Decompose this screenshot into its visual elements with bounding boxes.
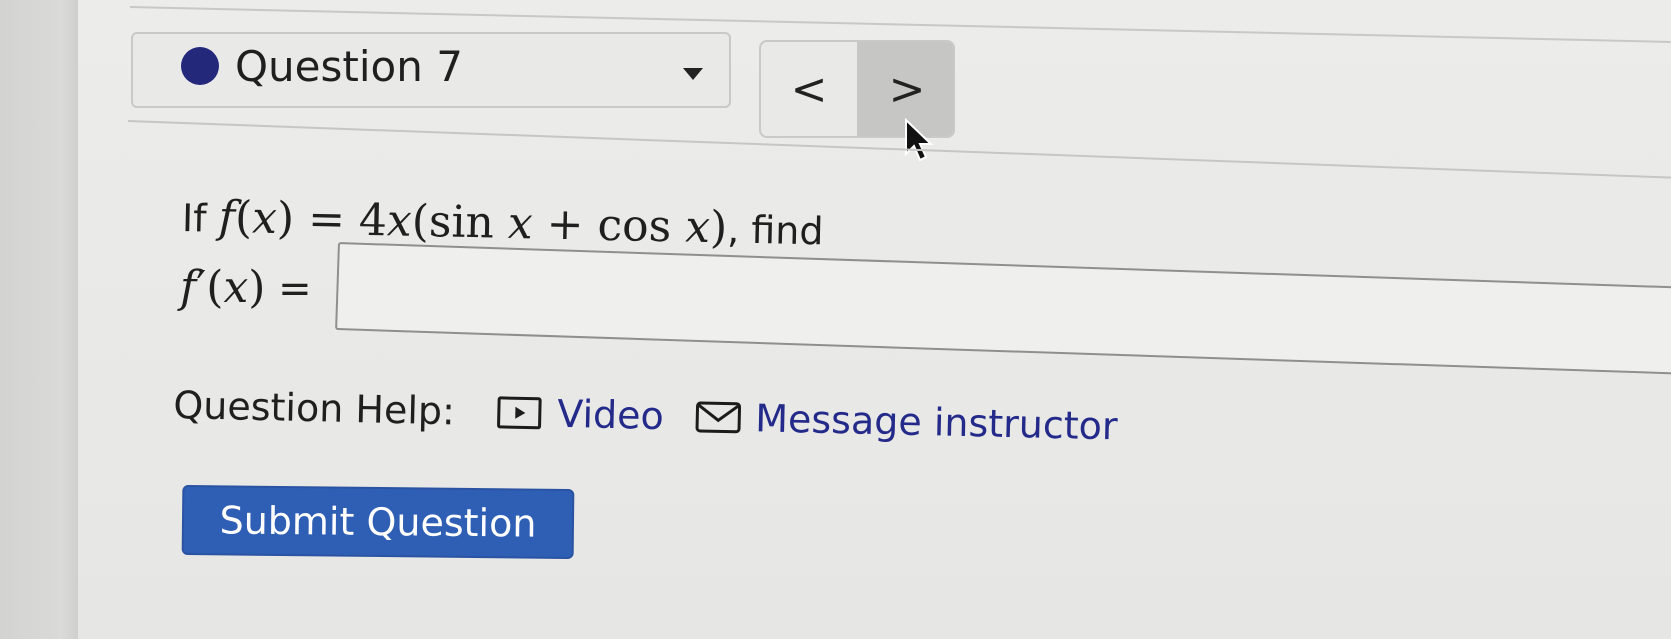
video-icon bbox=[496, 396, 542, 430]
message-instructor-link[interactable]: Message instructor bbox=[695, 392, 1118, 452]
answer-label: f′(x) = bbox=[180, 264, 312, 313]
question-status-dot-icon bbox=[181, 47, 219, 85]
video-help-link[interactable]: Video bbox=[496, 387, 665, 441]
mouse-pointer-icon bbox=[905, 118, 934, 162]
question-selector-dropdown[interactable]: Question 7 bbox=[131, 32, 731, 108]
derivative-symbol: f′(x) bbox=[180, 262, 266, 313]
problem-suffix: , find bbox=[726, 207, 824, 254]
submit-question-button[interactable]: Submit Question bbox=[181, 484, 575, 560]
problem-prefix: If bbox=[181, 196, 208, 241]
question-help-label: Question Help: bbox=[172, 382, 456, 434]
message-instructor-label: Message instructor bbox=[754, 396, 1119, 449]
chevron-right-icon: > bbox=[888, 63, 926, 115]
envelope-icon bbox=[695, 401, 742, 434]
chevron-left-icon: < bbox=[790, 63, 828, 115]
video-link-label: Video bbox=[556, 391, 665, 439]
problem-formula: f(x) = 4x(sin x + cos x) bbox=[218, 191, 728, 254]
caret-down-icon bbox=[683, 68, 703, 80]
answer-equals: = bbox=[265, 266, 312, 312]
previous-question-button[interactable]: < bbox=[761, 42, 857, 136]
left-page-edge bbox=[0, 0, 78, 639]
question-selector-label: Question 7 bbox=[235, 42, 463, 91]
